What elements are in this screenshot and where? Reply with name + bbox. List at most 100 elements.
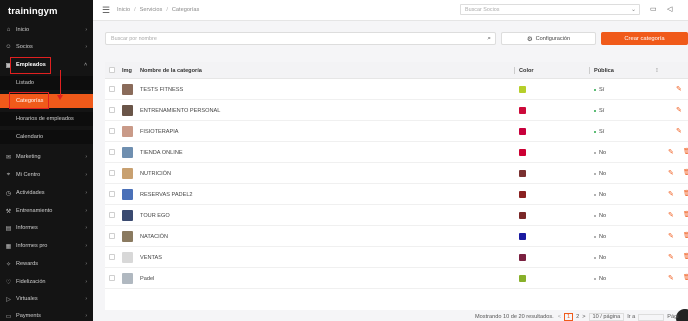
row-checkbox[interactable] (109, 170, 115, 176)
breadcrumb-inicio[interactable]: Inicio (117, 7, 130, 13)
table-row[interactable]: Padel No ✎ 🗑 (105, 268, 688, 289)
configuration-button[interactable]: ⚙ Configuración (501, 32, 596, 45)
sidebar-item-mi-centro[interactable]: ⌖ Mi Centro › (0, 169, 93, 181)
column-sort-icon[interactable]: ⁝ (656, 67, 658, 74)
row-checkbox[interactable] (109, 191, 115, 197)
location-icon: ⌖ (6, 171, 11, 178)
sidebar-item-label: Fidelización (16, 279, 46, 285)
table-row[interactable]: ENTRENAMIENTO PERSONAL Sí ✎ (105, 100, 688, 121)
row-checkbox[interactable] (109, 149, 115, 155)
sidebar-item-informes-pro[interactable]: ▦ Informes pro › (0, 240, 93, 252)
pagination-summary: Mostrando 10 de 20 resultados. (475, 314, 554, 320)
category-thumbnail (122, 84, 133, 95)
category-name: Padel (140, 276, 155, 282)
category-name: TOUR EGO (140, 213, 170, 219)
category-thumbnail (122, 168, 133, 179)
public-status-label: Sí (599, 108, 605, 114)
page-2-button[interactable]: 2 (576, 314, 579, 320)
breadcrumb-servicios[interactable]: Servicios (140, 7, 163, 13)
sidebar-item-socios[interactable]: ☺ Socios › (0, 41, 93, 53)
virtual-icon: ▷ (6, 296, 11, 303)
edit-icon[interactable]: ✎ (668, 253, 674, 261)
public-status: No (594, 213, 606, 219)
edit-icon[interactable]: ✎ (668, 169, 674, 177)
sidebar-subitem-calendario[interactable]: Calendario (0, 130, 93, 144)
home-icon: ⌂ (6, 27, 11, 33)
edit-icon[interactable]: ✎ (676, 85, 682, 93)
color-swatch (519, 212, 526, 219)
sidebar-item-fidelizacion[interactable]: ♡ Fidelización › (0, 276, 93, 288)
column-divider (589, 67, 590, 74)
sidebar-item-marketing[interactable]: ✉ Marketing › (0, 151, 93, 163)
search-icon[interactable]: ⌕ (487, 35, 491, 43)
delete-icon[interactable]: 🗑 (683, 232, 688, 239)
status-dot (594, 256, 596, 259)
sidebar-item-inicio[interactable]: ⌂ Inicio › (0, 24, 93, 36)
row-checkbox[interactable] (109, 233, 115, 239)
sidebar-item-label: Marketing (16, 154, 41, 160)
menu-icon[interactable]: ☰ (102, 5, 110, 16)
page-size-select[interactable]: 10 / página (588, 313, 625, 321)
public-status-label: No (599, 234, 607, 240)
sidebar-item-label: Virtuales (16, 296, 38, 302)
color-swatch (519, 254, 526, 261)
sidebar-item-entrenamiento[interactable]: ⚒ Entrenamiento › (0, 205, 93, 217)
sidebar-subitem-listado[interactable]: Listado (0, 76, 93, 90)
delete-icon[interactable]: 🗑 (683, 253, 688, 260)
edit-icon[interactable]: ✎ (668, 148, 674, 156)
prev-page-button[interactable]: < (558, 314, 561, 320)
row-checkbox[interactable] (109, 254, 115, 260)
edit-icon[interactable]: ✎ (668, 232, 674, 240)
sidebar-subitem-label: Listado (16, 80, 35, 86)
table-row[interactable]: NUTRICIÓN No ✎ 🗑 (105, 163, 688, 184)
edit-icon[interactable]: ✎ (676, 127, 682, 135)
goto-input[interactable] (638, 313, 665, 321)
megaphone-icon[interactable]: ◁ (667, 5, 672, 13)
row-checkbox[interactable] (109, 86, 115, 92)
header-color[interactable]: Color (519, 68, 534, 74)
edit-icon[interactable]: ✎ (676, 106, 682, 114)
public-status-label: No (599, 192, 607, 198)
sidebar-item-virtuales[interactable]: ▷ Virtuales › (0, 293, 93, 305)
edit-icon[interactable]: ✎ (668, 274, 674, 282)
category-search-input[interactable]: Buscar por nombre ⌕ (105, 32, 496, 45)
header-name[interactable]: Nombre de la categoría (140, 68, 202, 74)
page-label: Pági (667, 314, 679, 320)
page-1-button[interactable]: 1 (563, 313, 574, 321)
next-page-button[interactable]: > (582, 314, 585, 320)
category-name: TESTS FITNESS (140, 87, 184, 93)
table-row[interactable]: TOUR EGO No ✎ 🗑 (105, 205, 688, 226)
chevron-right-icon: › (85, 172, 87, 178)
delete-icon[interactable]: 🗑 (683, 148, 688, 155)
header-public[interactable]: Pública (594, 68, 614, 74)
member-search-select[interactable]: Buscar Socios ⌄ (460, 4, 640, 15)
delete-icon[interactable]: 🗑 (683, 169, 688, 176)
activities-icon: ◷ (5, 190, 12, 197)
delete-icon[interactable]: 🗑 (683, 274, 688, 281)
delete-icon[interactable]: 🗑 (683, 190, 688, 197)
sidebar-item-payments[interactable]: ▭ Payments › (0, 310, 93, 321)
sidebar-item-informes[interactable]: ▤ Informes › (0, 222, 93, 234)
table-row[interactable]: NATACIÓN No ✎ 🗑 (105, 226, 688, 247)
table-row[interactable]: TESTS FITNESS Sí ✎ (105, 79, 688, 100)
table-row[interactable]: RESERVAS PADEL2 No ✎ 🗑 (105, 184, 688, 205)
create-category-button[interactable]: Crear categoría (601, 32, 688, 45)
edit-icon[interactable]: ✎ (668, 211, 674, 219)
sidebar-item-actividades[interactable]: ◷ Actividades › (0, 187, 93, 199)
table-row[interactable]: TIENDA ONLINE No ✎ 🗑 (105, 142, 688, 163)
table-row[interactable]: VENTAS No ✎ 🗑 (105, 247, 688, 268)
sidebar-subitem-horarios[interactable]: Horarios de empleados (0, 112, 93, 126)
delete-icon[interactable]: 🗑 (683, 211, 688, 218)
card-icon[interactable]: ▭ (650, 5, 657, 13)
row-checkbox[interactable] (109, 275, 115, 281)
row-checkbox[interactable] (109, 107, 115, 113)
color-swatch (519, 86, 526, 93)
row-checkbox[interactable] (109, 128, 115, 134)
status-dot (594, 172, 596, 175)
row-checkbox[interactable] (109, 212, 115, 218)
edit-icon[interactable]: ✎ (668, 190, 674, 198)
select-all-checkbox[interactable] (109, 67, 115, 73)
category-name: VENTAS (140, 255, 162, 261)
table-row[interactable]: FISIOTERAPIA Sí ✎ (105, 121, 688, 142)
sidebar-item-rewards[interactable]: ✧ Rewards › (0, 258, 93, 270)
